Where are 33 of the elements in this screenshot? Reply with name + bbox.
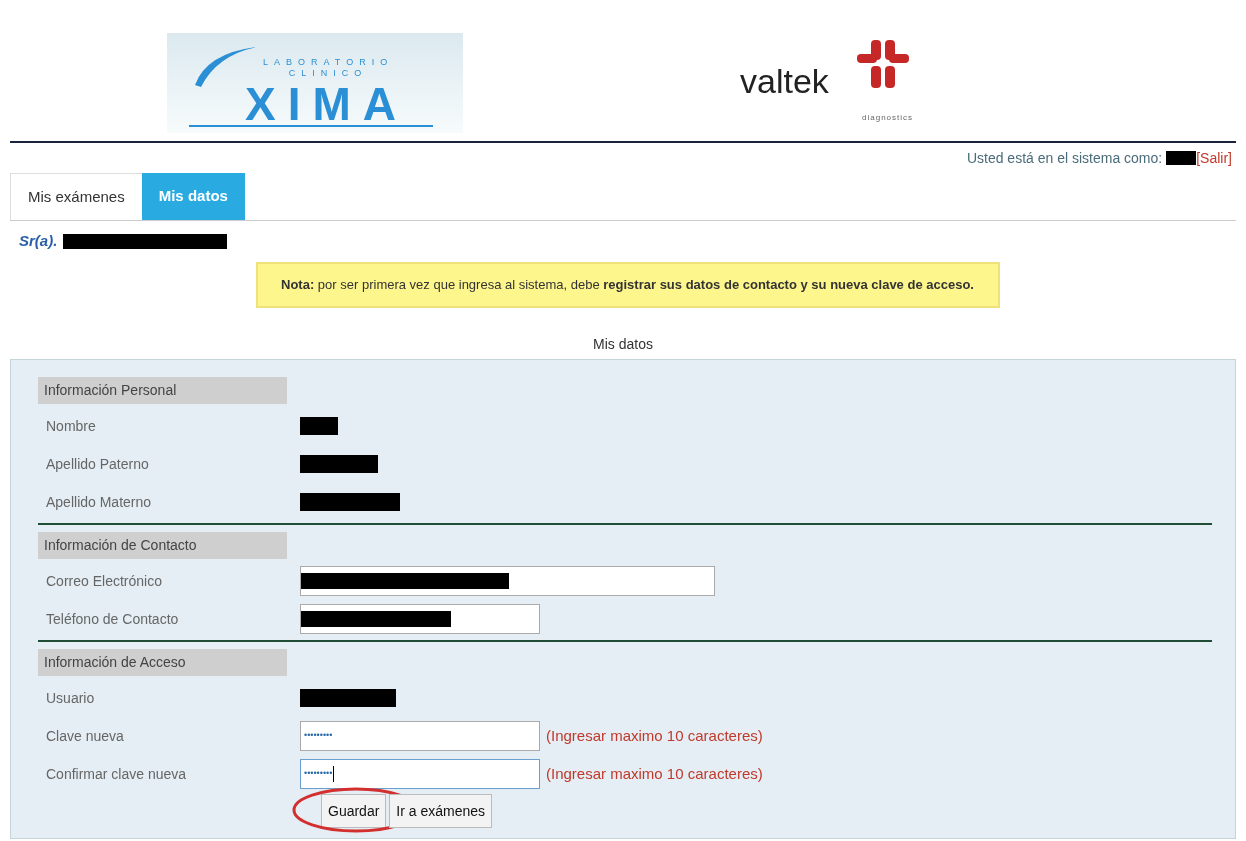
hint-text: (Ingresar maximo 10 caracteres)	[546, 725, 763, 746]
logo-text: diagnostics	[862, 111, 914, 124]
input-field[interactable]	[300, 604, 540, 634]
field-label: Apellido Paterno	[45, 454, 150, 474]
field-label: Confirmar clave nueva	[45, 764, 188, 784]
hint-text: (Ingresar maximo 10 caracteres)	[546, 763, 763, 784]
cross-icon	[855, 37, 911, 90]
section-header: Información Personal	[38, 377, 287, 404]
form-button[interactable]: Ir a exámenes	[389, 794, 493, 828]
session-label: Usted está en el sistema como:	[966, 148, 1163, 168]
field-label: Apellido Materno	[45, 492, 153, 512]
redaction-bar	[1166, 151, 1197, 165]
form-title: Mis datos	[593, 335, 653, 354]
note-banner: Nota: por ser primera vez que ingresa al sistema, debe registrar sus datos de contacto y su nueva clave de acceso.	[255, 262, 1000, 308]
input-field[interactable]	[300, 566, 715, 596]
redaction-bar	[300, 417, 338, 435]
password-field[interactable]: •••••••••	[300, 721, 540, 751]
logo-text: valtek	[740, 63, 829, 98]
field-label: Usuario	[45, 688, 96, 708]
greeting: Sr(a).	[19, 230, 58, 251]
logo-text: CLINICO	[288, 69, 368, 78]
password-field[interactable]: •••••••••	[300, 759, 540, 789]
section-header: Información de Acceso	[38, 649, 287, 676]
form-button[interactable]: Guardar	[321, 794, 387, 828]
tab[interactable]: Mis exámenes	[10, 173, 142, 220]
field-label: Clave nueva	[45, 726, 125, 746]
field-label: Nombre	[45, 416, 97, 436]
field-label: Correo Electrónico	[45, 571, 163, 591]
section-header: Información de Contacto	[38, 532, 287, 559]
field-label: Teléfono de Contacto	[45, 609, 180, 629]
logout-link[interactable]: [Salir]	[1196, 147, 1232, 169]
logo-text: LABORATORIO	[263, 58, 394, 67]
logo-text: XIMA	[245, 81, 408, 127]
